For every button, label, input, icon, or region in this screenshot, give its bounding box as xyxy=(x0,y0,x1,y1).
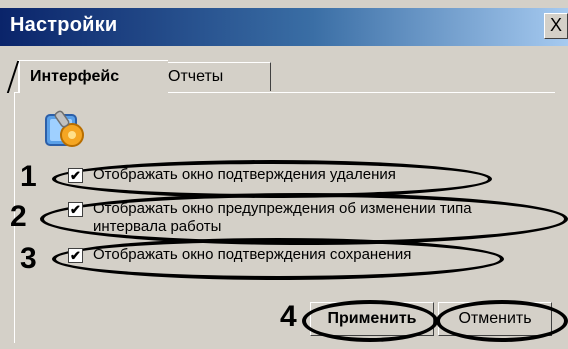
close-icon: X xyxy=(549,15,562,35)
marker-2: 2 xyxy=(10,200,27,233)
window-title: Настройки xyxy=(10,14,118,36)
title-bar: Настройки X xyxy=(0,8,568,46)
highlight-ellipse-cancel xyxy=(436,300,568,342)
option-confirm-delete[interactable]: ✔ Отображать окно подтверждения удаления xyxy=(68,166,396,183)
tab-interface-label: Интерфейс xyxy=(30,68,120,85)
marker-4: 4 xyxy=(280,300,297,333)
tab-reports-label: Отчеты xyxy=(168,68,224,85)
marker-3: 3 xyxy=(20,242,37,275)
option-confirm-save-label: Отображать окно подтверждения сохранения xyxy=(93,246,412,263)
tab-reports[interactable]: Отчеты xyxy=(158,62,271,91)
tab-interface[interactable]: Интерфейс xyxy=(18,60,168,93)
option-warn-interval-change-text: Отображать окно предупреждения об измене… xyxy=(93,200,472,236)
checkbox-confirm-save[interactable]: ✔ xyxy=(68,248,83,263)
checkbox-warn-interval-change[interactable]: ✔ xyxy=(68,202,83,217)
settings-dialog: Настройки X Интерфейс Отчеты 1 ✔ Отображ… xyxy=(0,0,568,349)
option-warn-interval-change-line2: интервала работы xyxy=(93,218,222,235)
checkbox-confirm-delete[interactable]: ✔ xyxy=(68,168,83,183)
option-warn-interval-change-line1: Отображать окно предупреждения об измене… xyxy=(93,200,472,217)
option-confirm-delete-label: Отображать окно подтверждения удаления xyxy=(93,166,396,183)
close-button[interactable]: X xyxy=(544,13,568,39)
marker-1: 1 xyxy=(20,160,37,193)
settings-icon xyxy=(45,110,84,147)
highlight-ellipse-apply xyxy=(302,300,438,342)
option-confirm-save[interactable]: ✔ Отображать окно подтверждения сохранен… xyxy=(68,246,411,263)
option-warn-interval-change[interactable]: ✔ Отображать окно предупреждения об изме… xyxy=(68,200,472,236)
